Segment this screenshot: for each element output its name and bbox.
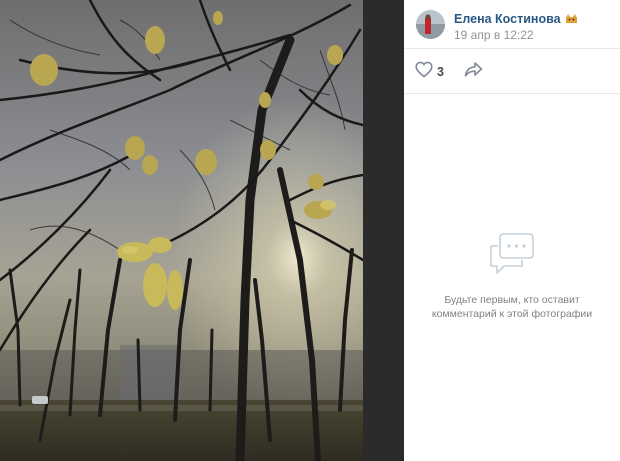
empty-comments-line2: комментарий к этой фотографии (431, 308, 593, 320)
cat-emoji-icon (565, 13, 578, 27)
speech-bubble-icon (488, 233, 536, 280)
share-arrow-icon (464, 62, 483, 82)
share-button[interactable] (464, 61, 483, 83)
avatar[interactable] (416, 10, 445, 39)
like-count: 3 (437, 65, 444, 79)
post-header: Елена Костинова 19 апр в 12:22 (404, 0, 620, 49)
empty-comments-text: Будьте первым, кто оставит комментарий к… (404, 293, 620, 321)
photo-viewer (0, 0, 404, 461)
post-date[interactable]: 19 апр в 12:22 (454, 28, 534, 42)
photo-image (0, 0, 363, 461)
comments-empty-state: Будьте первым, кто оставит комментарий к… (404, 232, 620, 321)
photo[interactable] (0, 0, 363, 461)
empty-comments-line1: Будьте первым, кто оставит (444, 294, 580, 306)
like-button[interactable]: 3 (415, 61, 444, 83)
author-name-text[interactable]: Елена Костинова (454, 12, 561, 26)
heart-icon (415, 61, 433, 83)
post-actions: 3 (404, 49, 620, 94)
author-name[interactable]: Елена Костинова (454, 12, 578, 27)
photo-sidebar: Елена Костинова 19 апр в 12:22 3 Будьте … (404, 0, 620, 461)
